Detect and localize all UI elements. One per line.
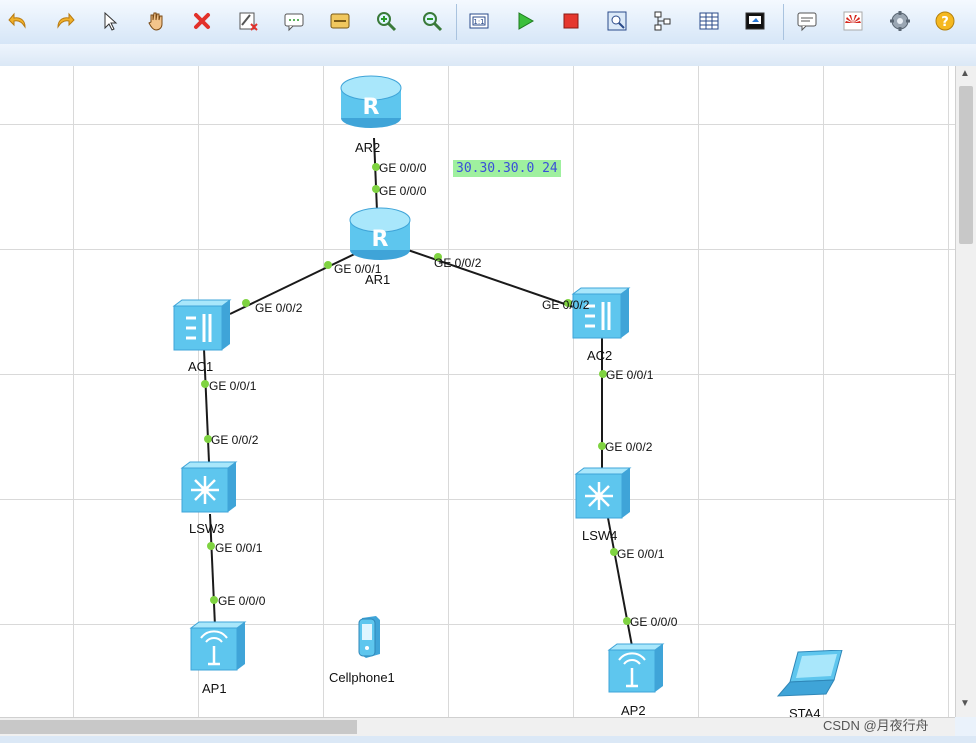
port-label: GE 0/0/2 bbox=[255, 301, 303, 315]
svg-text:1:1: 1:1 bbox=[473, 18, 484, 26]
router-icon: R bbox=[340, 75, 402, 128]
svg-text:R: R bbox=[363, 95, 380, 120]
stop-icon[interactable] bbox=[557, 7, 585, 35]
horizontal-scrollbar[interactable] bbox=[0, 717, 955, 737]
port-label: GE 0/0/1 bbox=[617, 547, 665, 561]
fit-icon[interactable]: 1:1 bbox=[465, 7, 493, 35]
switch-icon bbox=[574, 467, 632, 519]
grid-icon[interactable] bbox=[695, 7, 723, 35]
router-ar1[interactable]: R bbox=[349, 206, 411, 267]
access-point-ap2[interactable] bbox=[607, 642, 665, 699]
switch-icon bbox=[180, 461, 238, 513]
port-label: GE 0/0/1 bbox=[334, 262, 382, 276]
select-icon[interactable] bbox=[96, 7, 124, 35]
ap-icon bbox=[189, 621, 247, 671]
controller-ac2[interactable] bbox=[571, 286, 631, 345]
help-icon[interactable]: ? bbox=[931, 7, 959, 35]
watermark: CSDN @月夜行舟 bbox=[823, 718, 929, 733]
ap-icon bbox=[607, 643, 665, 693]
port-label: GE 0/0/1 bbox=[209, 379, 257, 393]
port-label: GE 0/0/1 bbox=[215, 541, 263, 555]
settings-icon[interactable] bbox=[886, 7, 914, 35]
device-label: AR2 bbox=[355, 140, 381, 155]
vertical-scroll-thumb[interactable] bbox=[959, 86, 973, 244]
toolbar: 1:1 ? bbox=[0, 0, 976, 45]
switch-lsw4[interactable] bbox=[574, 466, 632, 525]
svg-text:R: R bbox=[372, 227, 389, 252]
redo-icon[interactable] bbox=[50, 7, 78, 35]
toolbar-separator bbox=[456, 4, 457, 40]
station-sta4[interactable] bbox=[776, 649, 846, 705]
rectangle-icon[interactable] bbox=[326, 7, 354, 35]
console-icon[interactable] bbox=[741, 7, 769, 35]
delete-icon[interactable] bbox=[188, 7, 216, 35]
switch-lsw3[interactable] bbox=[180, 460, 238, 519]
topology-canvas[interactable]: R AR2 R AR1 AC1 AC2 LSW3 LSW4 AP1 AP2 Ce… bbox=[0, 66, 955, 717]
device-label: AC2 bbox=[587, 348, 613, 363]
message-icon[interactable] bbox=[793, 7, 821, 35]
port-label: GE 0/0/2 bbox=[434, 256, 482, 270]
device-label: LSW4 bbox=[582, 528, 618, 543]
device-label: LSW3 bbox=[189, 521, 225, 536]
zoom-out-icon[interactable] bbox=[418, 7, 446, 35]
port-dot bbox=[324, 261, 332, 269]
vertical-scrollbar[interactable]: ▲ ▼ bbox=[955, 66, 976, 717]
port-label: GE 0/0/0 bbox=[379, 184, 427, 198]
port-dot bbox=[201, 380, 209, 388]
zoom-in-icon[interactable] bbox=[372, 7, 400, 35]
router-ar2[interactable]: R bbox=[340, 74, 402, 135]
ac-icon bbox=[571, 287, 631, 339]
port-dot bbox=[242, 299, 250, 307]
port-label: GE 0/0/0 bbox=[630, 615, 678, 629]
text-icon[interactable] bbox=[280, 7, 308, 35]
device-label: AP1 bbox=[202, 681, 227, 696]
scroll-down-arrow-icon[interactable]: ▼ bbox=[960, 698, 970, 709]
cellphone-icon bbox=[358, 616, 380, 658]
ac-icon bbox=[172, 299, 232, 351]
sub-toolbar bbox=[0, 44, 976, 68]
capture-icon[interactable] bbox=[603, 7, 631, 35]
hand-icon[interactable] bbox=[142, 7, 170, 35]
access-point-ap1[interactable] bbox=[189, 620, 247, 677]
topology-icon[interactable] bbox=[649, 7, 677, 35]
port-label: GE 0/0/1 bbox=[606, 368, 654, 382]
router-icon: R bbox=[349, 207, 411, 260]
port-label: GE 0/0/0 bbox=[379, 161, 427, 175]
network-note[interactable]: 30.30.30.0 24 bbox=[453, 160, 561, 177]
port-dot bbox=[207, 542, 215, 550]
port-label: GE 0/0/2 bbox=[542, 298, 590, 312]
svg-text:?: ? bbox=[941, 15, 949, 30]
port-dot bbox=[210, 596, 218, 604]
port-label: GE 0/0/2 bbox=[605, 440, 653, 454]
start-icon[interactable] bbox=[511, 7, 539, 35]
toolbar-separator bbox=[783, 4, 784, 40]
device-label: Cellphone1 bbox=[329, 670, 395, 685]
controller-ac1[interactable] bbox=[172, 298, 232, 357]
clear-icon[interactable] bbox=[234, 7, 262, 35]
device-label: AC1 bbox=[188, 359, 214, 374]
scroll-up-arrow-icon[interactable]: ▲ bbox=[960, 68, 970, 79]
cellphone1[interactable] bbox=[354, 614, 382, 665]
laptop-icon bbox=[776, 649, 843, 697]
status-strip bbox=[0, 736, 976, 743]
device-label: AP2 bbox=[621, 703, 646, 717]
device-label: STA4 bbox=[789, 706, 821, 717]
undo-icon[interactable] bbox=[5, 7, 33, 35]
horizontal-scroll-thumb[interactable] bbox=[0, 720, 357, 734]
huawei-icon[interactable] bbox=[839, 7, 867, 35]
port-label: GE 0/0/2 bbox=[211, 433, 259, 447]
port-label: GE 0/0/0 bbox=[218, 594, 266, 608]
